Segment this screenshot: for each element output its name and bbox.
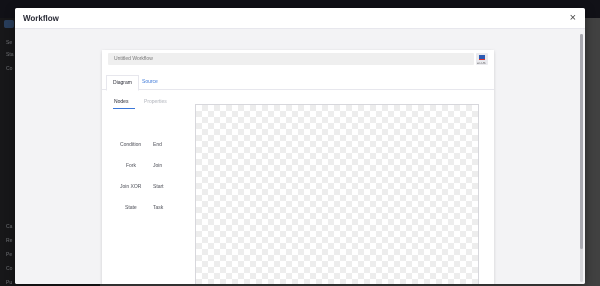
node-end[interactable]: End xyxy=(153,142,162,148)
tab-nodes[interactable]: Nodes xyxy=(114,97,128,107)
diagram-canvas[interactable] xyxy=(195,104,479,284)
workflow-editor-panel: en-US Diagram Source Nodes Properties Co… xyxy=(102,50,494,284)
scrollbar-thumb[interactable] xyxy=(580,34,583,249)
tab-source[interactable]: Source xyxy=(136,75,164,89)
tab-diagram[interactable]: Diagram xyxy=(106,75,139,91)
locale-label: en-US xyxy=(477,61,486,65)
node-condition[interactable]: Condition xyxy=(120,142,141,148)
node-state[interactable]: State xyxy=(125,205,137,211)
node-join-xor[interactable]: Join XOR xyxy=(120,184,141,190)
editor-tabs: Diagram Source xyxy=(102,75,494,91)
active-tab-indicator xyxy=(113,108,135,109)
workflow-name-input[interactable] xyxy=(108,53,474,65)
tab-properties[interactable]: Properties xyxy=(144,97,167,107)
modal-title: Workflow xyxy=(23,14,59,23)
node-fork[interactable]: Fork xyxy=(126,163,136,169)
locale-button[interactable]: en-US xyxy=(476,53,488,65)
close-icon[interactable]: × xyxy=(570,12,576,24)
workflow-modal: Workflow × en-US Diagram Source Nodes Pr… xyxy=(15,8,585,284)
node-start[interactable]: Start xyxy=(153,184,164,190)
flag-icon xyxy=(479,55,485,60)
node-join[interactable]: Join xyxy=(153,163,162,169)
modal-body: en-US Diagram Source Nodes Properties Co… xyxy=(15,29,585,284)
node-task[interactable]: Task xyxy=(153,205,163,211)
